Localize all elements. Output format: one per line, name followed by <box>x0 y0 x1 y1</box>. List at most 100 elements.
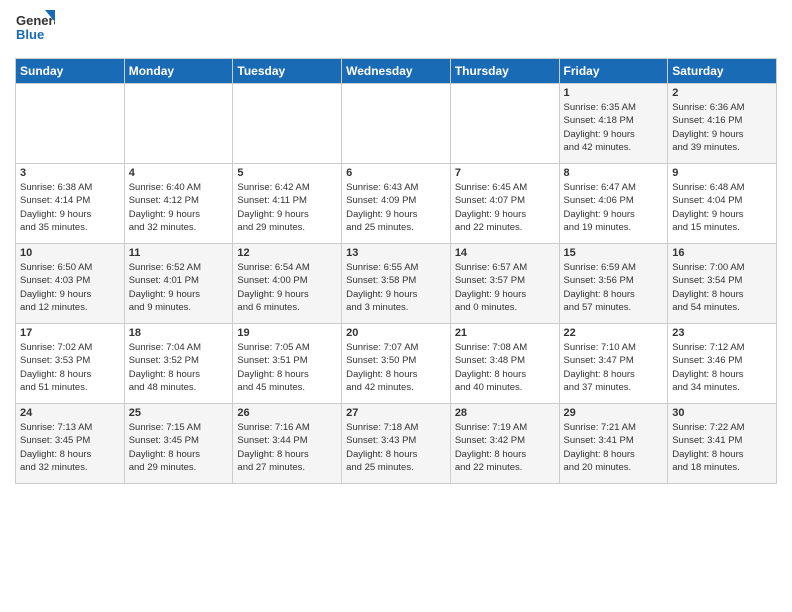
day-info: Sunrise: 6:50 AMSunset: 4:03 PMDaylight:… <box>20 261 120 314</box>
calendar-cell: 2 Sunrise: 6:36 AMSunset: 4:16 PMDaylight… <box>668 84 777 164</box>
day-number: 21 <box>455 327 555 339</box>
day-number: 30 <box>672 407 772 419</box>
calendar-cell: 1 Sunrise: 6:35 AMSunset: 4:18 PMDaylight… <box>559 84 668 164</box>
calendar-week-row: 3 Sunrise: 6:38 AMSunset: 4:14 PMDaylight… <box>16 164 777 244</box>
day-number: 8 <box>564 167 664 179</box>
calendar-cell <box>124 84 233 164</box>
day-info: Sunrise: 7:21 AMSunset: 3:41 PMDaylight:… <box>564 421 664 474</box>
day-info: Sunrise: 7:05 AMSunset: 3:51 PMDaylight:… <box>237 341 337 394</box>
weekday-header-friday: Friday <box>559 59 668 84</box>
day-number: 29 <box>564 407 664 419</box>
calendar-cell <box>16 84 125 164</box>
day-number: 13 <box>346 247 446 259</box>
day-info: Sunrise: 7:16 AMSunset: 3:44 PMDaylight:… <box>237 421 337 474</box>
day-number: 25 <box>129 407 229 419</box>
weekday-header-wednesday: Wednesday <box>342 59 451 84</box>
day-number: 26 <box>237 407 337 419</box>
day-info: Sunrise: 6:59 AMSunset: 3:56 PMDaylight:… <box>564 261 664 314</box>
day-info: Sunrise: 7:04 AMSunset: 3:52 PMDaylight:… <box>129 341 229 394</box>
calendar-cell: 4 Sunrise: 6:40 AMSunset: 4:12 PMDaylight… <box>124 164 233 244</box>
day-info: Sunrise: 6:48 AMSunset: 4:04 PMDaylight:… <box>672 181 772 234</box>
day-info: Sunrise: 7:07 AMSunset: 3:50 PMDaylight:… <box>346 341 446 394</box>
calendar-cell: 26 Sunrise: 7:16 AMSunset: 3:44 PMDayligh… <box>233 404 342 484</box>
calendar-cell: 18 Sunrise: 7:04 AMSunset: 3:52 PMDayligh… <box>124 324 233 404</box>
day-info: Sunrise: 7:22 AMSunset: 3:41 PMDaylight:… <box>672 421 772 474</box>
calendar-week-row: 10 Sunrise: 6:50 AMSunset: 4:03 PMDayligh… <box>16 244 777 324</box>
day-number: 19 <box>237 327 337 339</box>
day-number: 7 <box>455 167 555 179</box>
day-info: Sunrise: 7:02 AMSunset: 3:53 PMDaylight:… <box>20 341 120 394</box>
day-number: 16 <box>672 247 772 259</box>
calendar-table: SundayMondayTuesdayWednesdayThursdayFrid… <box>15 58 777 484</box>
page-container: General Blue SundayMondayTuesdayWednesda… <box>0 0 792 489</box>
calendar-cell: 3 Sunrise: 6:38 AMSunset: 4:14 PMDaylight… <box>16 164 125 244</box>
calendar-cell: 28 Sunrise: 7:19 AMSunset: 3:42 PMDayligh… <box>450 404 559 484</box>
day-info: Sunrise: 6:42 AMSunset: 4:11 PMDaylight:… <box>237 181 337 234</box>
weekday-header-tuesday: Tuesday <box>233 59 342 84</box>
calendar-cell: 22 Sunrise: 7:10 AMSunset: 3:47 PMDayligh… <box>559 324 668 404</box>
calendar-cell: 6 Sunrise: 6:43 AMSunset: 4:09 PMDaylight… <box>342 164 451 244</box>
calendar-cell <box>450 84 559 164</box>
calendar-cell: 10 Sunrise: 6:50 AMSunset: 4:03 PMDayligh… <box>16 244 125 324</box>
day-number: 3 <box>20 167 120 179</box>
day-number: 23 <box>672 327 772 339</box>
day-number: 18 <box>129 327 229 339</box>
day-info: Sunrise: 6:35 AMSunset: 4:18 PMDaylight:… <box>564 101 664 154</box>
calendar-cell: 30 Sunrise: 7:22 AMSunset: 3:41 PMDayligh… <box>668 404 777 484</box>
day-number: 11 <box>129 247 229 259</box>
calendar-cell: 11 Sunrise: 6:52 AMSunset: 4:01 PMDayligh… <box>124 244 233 324</box>
calendar-cell: 12Sunrise: 6:54 AMSunset: 4:00 PMDayligh… <box>233 244 342 324</box>
day-number: 20 <box>346 327 446 339</box>
calendar-cell: 8 Sunrise: 6:47 AMSunset: 4:06 PMDaylight… <box>559 164 668 244</box>
calendar-cell: 14Sunrise: 6:57 AMSunset: 3:57 PMDayligh… <box>450 244 559 324</box>
day-info: Sunrise: 6:38 AMSunset: 4:14 PMDaylight:… <box>20 181 120 234</box>
day-info: Sunrise: 7:10 AMSunset: 3:47 PMDaylight:… <box>564 341 664 394</box>
day-number: 1 <box>564 87 664 99</box>
weekday-header-sunday: Sunday <box>16 59 125 84</box>
weekday-header-row: SundayMondayTuesdayWednesdayThursdayFrid… <box>16 59 777 84</box>
logo: General Blue <box>15 10 55 50</box>
calendar-week-row: 17 Sunrise: 7:02 AMSunset: 3:53 PMDayligh… <box>16 324 777 404</box>
day-number: 6 <box>346 167 446 179</box>
calendar-cell: 17 Sunrise: 7:02 AMSunset: 3:53 PMDayligh… <box>16 324 125 404</box>
day-info: Sunrise: 7:15 AMSunset: 3:45 PMDaylight:… <box>129 421 229 474</box>
day-info: Sunrise: 6:36 AMSunset: 4:16 PMDaylight:… <box>672 101 772 154</box>
calendar-cell: 5 Sunrise: 6:42 AMSunset: 4:11 PMDaylight… <box>233 164 342 244</box>
calendar-cell <box>342 84 451 164</box>
day-number: 17 <box>20 327 120 339</box>
day-info: Sunrise: 6:45 AMSunset: 4:07 PMDaylight:… <box>455 181 555 234</box>
calendar-cell: 29 Sunrise: 7:21 AMSunset: 3:41 PMDayligh… <box>559 404 668 484</box>
day-info: Sunrise: 6:40 AMSunset: 4:12 PMDaylight:… <box>129 181 229 234</box>
day-number: 2 <box>672 87 772 99</box>
day-info: Sunrise: 7:19 AMSunset: 3:42 PMDaylight:… <box>455 421 555 474</box>
calendar-cell: 15 Sunrise: 6:59 AMSunset: 3:56 PMDayligh… <box>559 244 668 324</box>
calendar-cell: 23Sunrise: 7:12 AMSunset: 3:46 PMDayligh… <box>668 324 777 404</box>
day-number: 15 <box>564 247 664 259</box>
weekday-header-monday: Monday <box>124 59 233 84</box>
calendar-cell: 7 Sunrise: 6:45 AMSunset: 4:07 PMDaylight… <box>450 164 559 244</box>
day-number: 4 <box>129 167 229 179</box>
day-number: 28 <box>455 407 555 419</box>
calendar-week-row: 1 Sunrise: 6:35 AMSunset: 4:18 PMDaylight… <box>16 84 777 164</box>
day-number: 22 <box>564 327 664 339</box>
calendar-cell: 20 Sunrise: 7:07 AMSunset: 3:50 PMDayligh… <box>342 324 451 404</box>
day-number: 27 <box>346 407 446 419</box>
day-info: Sunrise: 6:54 AMSunset: 4:00 PMDaylight:… <box>237 261 337 314</box>
day-info: Sunrise: 7:18 AMSunset: 3:43 PMDaylight:… <box>346 421 446 474</box>
day-info: Sunrise: 6:47 AMSunset: 4:06 PMDaylight:… <box>564 181 664 234</box>
calendar-cell <box>233 84 342 164</box>
weekday-header-saturday: Saturday <box>668 59 777 84</box>
day-info: Sunrise: 6:43 AMSunset: 4:09 PMDaylight:… <box>346 181 446 234</box>
day-number: 5 <box>237 167 337 179</box>
calendar-cell: 25 Sunrise: 7:15 AMSunset: 3:45 PMDayligh… <box>124 404 233 484</box>
weekday-header-thursday: Thursday <box>450 59 559 84</box>
header: General Blue <box>15 10 777 50</box>
calendar-cell: 13 Sunrise: 6:55 AMSunset: 3:58 PMDayligh… <box>342 244 451 324</box>
day-info: Sunrise: 6:52 AMSunset: 4:01 PMDaylight:… <box>129 261 229 314</box>
day-info: Sunrise: 6:55 AMSunset: 3:58 PMDaylight:… <box>346 261 446 314</box>
day-info: Sunrise: 6:57 AMSunset: 3:57 PMDaylight:… <box>455 261 555 314</box>
calendar-cell: 9Sunrise: 6:48 AMSunset: 4:04 PMDaylight… <box>668 164 777 244</box>
svg-text:Blue: Blue <box>16 27 44 42</box>
day-number: 10 <box>20 247 120 259</box>
logo-svg: General Blue <box>15 10 55 50</box>
